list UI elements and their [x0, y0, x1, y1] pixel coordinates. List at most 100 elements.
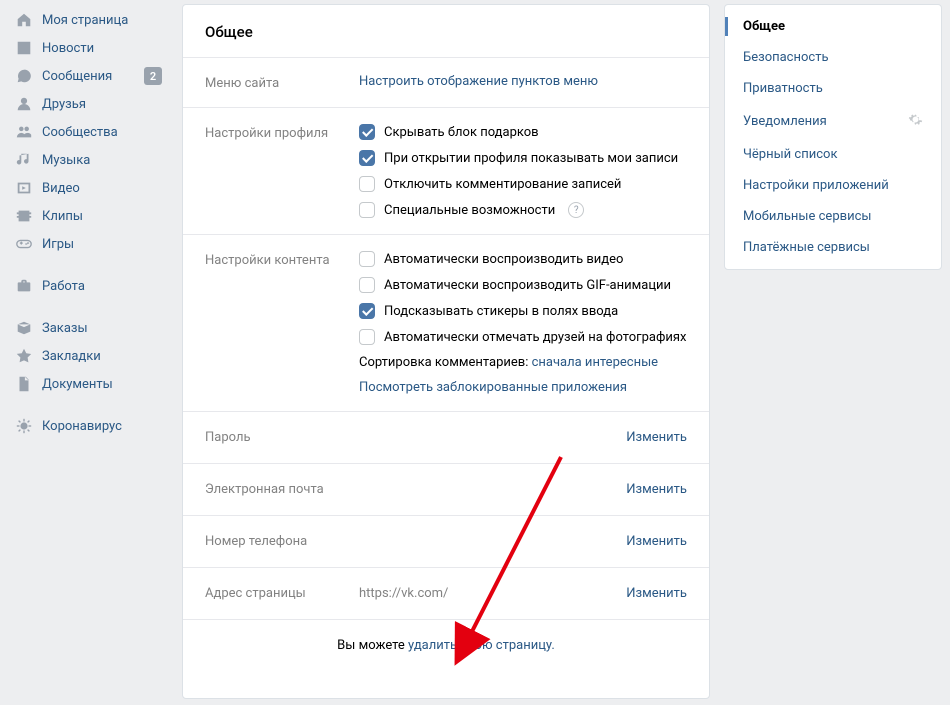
profile-opt-1-label: При открытии профиля показывать мои запи… — [384, 151, 678, 166]
content-opt-0-label: Автоматически воспроизводить видео — [384, 252, 623, 267]
address-label: Адрес страницы — [205, 586, 343, 601]
profile-opt-2-label: Отключить комментирование записей — [384, 177, 621, 192]
nav-label: Моя страница — [42, 13, 162, 28]
configure-menu-link[interactable]: Настроить отображение пунктов меню — [359, 74, 598, 89]
comment-sort-line: Сортировка комментариев: сначала интерес… — [359, 355, 687, 370]
address-row: Адрес страницы https://vk.com/ Изменить — [183, 568, 709, 619]
phone-change-link[interactable]: Изменить — [626, 534, 687, 549]
music-icon — [14, 150, 34, 170]
email-label: Электронная почта — [205, 482, 343, 497]
side-item-3[interactable]: Уведомления — [725, 104, 941, 139]
profile-opt-1-checkbox[interactable] — [359, 150, 375, 166]
side-item-5[interactable]: Настройки приложений — [725, 170, 941, 201]
left-nav: Моя страница Новости Сообщения2 Друзья Сообщ… — [8, 0, 168, 705]
side-item-label: Приватность — [743, 81, 823, 96]
gear-icon[interactable] — [908, 112, 923, 131]
side-item-6[interactable]: Мобильные сервисы — [725, 201, 941, 232]
side-item-4[interactable]: Чёрный список — [725, 139, 941, 170]
gamepad-icon — [14, 234, 34, 254]
nav-label: Сообщения — [42, 69, 144, 84]
email-change-link[interactable]: Изменить — [626, 482, 687, 497]
site-menu-row: Меню сайта Настроить отображение пунктов… — [183, 58, 709, 107]
profile-settings-label: Настройки профиля — [205, 124, 343, 141]
nav-label: Новости — [42, 41, 162, 56]
settings-main-card: Общее Меню сайта Настроить отображение п… — [182, 4, 710, 699]
nav-item-clips[interactable]: Клипы — [8, 202, 168, 230]
nav-item-music[interactable]: Музыка — [8, 146, 168, 174]
side-item-label: Безопасность — [743, 50, 829, 65]
content-opt-3-label: Автоматически отмечать друзей на фотогра… — [384, 330, 686, 345]
content-opt-0-checkbox[interactable] — [359, 251, 375, 267]
profile-opt-2-checkbox[interactable] — [359, 176, 375, 192]
blocked-apps-link[interactable]: Посмотреть заблокированные приложения — [359, 380, 627, 395]
nav-item-group[interactable]: Сообщества — [8, 118, 168, 146]
nav-label: Заказы — [42, 321, 162, 336]
comment-sort-prefix: Сортировка комментариев: — [359, 355, 532, 370]
content-opt-3-line: Автоматически отмечать друзей на фотогра… — [359, 329, 687, 345]
nav-item-virus[interactable]: Коронавирус — [8, 412, 168, 440]
group-icon — [14, 122, 34, 142]
nav-label: Документы — [42, 377, 162, 392]
side-item-1[interactable]: Безопасность — [725, 42, 941, 73]
password-change-link[interactable]: Изменить — [626, 430, 687, 445]
nav-label: Коронавирус — [42, 419, 162, 434]
profile-opt-0-line: Скрывать блок подарков — [359, 124, 687, 140]
star-icon — [14, 346, 34, 366]
nav-label: Друзья — [42, 97, 162, 112]
nav-item-star[interactable]: Закладки — [8, 342, 168, 370]
nav-item-video[interactable]: Видео — [8, 174, 168, 202]
address-change-link[interactable]: Изменить — [626, 586, 687, 601]
side-item-0[interactable]: Общее — [725, 11, 941, 42]
content-settings-label: Настройки контента — [205, 251, 343, 268]
password-row: Пароль Изменить — [183, 412, 709, 463]
delete-footer: Вы можете удалить свою страницу. — [183, 619, 709, 671]
nav-item-newspaper[interactable]: Новости — [8, 34, 168, 62]
content-opt-2-checkbox[interactable] — [359, 303, 375, 319]
profile-opt-3-label: Специальные возможности — [384, 203, 555, 218]
box-icon — [14, 318, 34, 338]
delete-page-link[interactable]: удалить свою страницу. — [408, 638, 555, 653]
nav-item-user[interactable]: Друзья — [8, 90, 168, 118]
nav-label: Музыка — [42, 153, 162, 168]
doc-icon — [14, 374, 34, 394]
profile-opt-3-checkbox[interactable] — [359, 202, 375, 218]
side-item-7[interactable]: Платёжные сервисы — [725, 232, 941, 263]
clips-icon — [14, 206, 34, 226]
nav-label: Игры — [42, 237, 162, 252]
nav-item-briefcase[interactable]: Работа — [8, 272, 168, 300]
nav-label: Клипы — [42, 209, 162, 224]
content-opt-0-line: Автоматически воспроизводить видео — [359, 251, 687, 267]
content-opt-1-checkbox[interactable] — [359, 277, 375, 293]
nav-label: Видео — [42, 181, 162, 196]
page-title: Общее — [183, 5, 709, 57]
nav-item-doc[interactable]: Документы — [8, 370, 168, 398]
nav-item-gamepad[interactable]: Игры — [8, 230, 168, 258]
side-item-label: Настройки приложений — [743, 178, 889, 193]
profile-opt-2-line: Отключить комментирование записей — [359, 176, 687, 192]
nav-label: Работа — [42, 279, 162, 294]
virus-icon — [14, 416, 34, 436]
nav-item-chat[interactable]: Сообщения2 — [8, 62, 168, 90]
phone-label: Номер телефона — [205, 534, 343, 549]
nav-item-box[interactable]: Заказы — [8, 314, 168, 342]
settings-sidebar: Общее Безопасность Приватность Уведомления Ч… — [724, 4, 942, 705]
home-icon — [14, 10, 34, 30]
help-icon[interactable]: ? — [568, 202, 584, 218]
content-opt-3-checkbox[interactable] — [359, 329, 375, 345]
side-item-label: Общее — [743, 19, 785, 34]
side-item-label: Чёрный список — [743, 147, 837, 162]
profile-opt-1-line: При открытии профиля показывать мои запи… — [359, 150, 687, 166]
briefcase-icon — [14, 276, 34, 296]
email-row: Электронная почта Изменить — [183, 464, 709, 515]
content-settings-row: Настройки контента Автоматически воспрои… — [183, 235, 709, 411]
newspaper-icon — [14, 38, 34, 58]
site-menu-label: Меню сайта — [205, 74, 343, 91]
video-icon — [14, 178, 34, 198]
nav-item-home[interactable]: Моя страница — [8, 6, 168, 34]
side-item-2[interactable]: Приватность — [725, 73, 941, 104]
content-opt-1-line: Автоматически воспроизводить GIF-анимаци… — [359, 277, 687, 293]
profile-opt-0-checkbox[interactable] — [359, 124, 375, 140]
content-opt-2-label: Подсказывать стикеры в полях ввода — [384, 304, 618, 319]
comment-sort-link[interactable]: сначала интересные — [532, 355, 658, 370]
profile-opt-3-line: Специальные возможности? — [359, 202, 687, 218]
